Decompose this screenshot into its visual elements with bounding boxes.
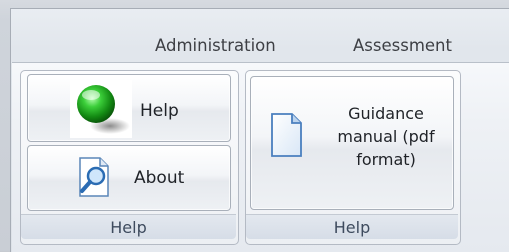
help-button-label: Help — [140, 101, 179, 121]
tab-assessment[interactable]: Assessment — [353, 36, 452, 55]
tab-administration[interactable]: Administration — [155, 36, 276, 55]
help-group-caption: Help — [21, 214, 236, 239]
guidance-group-caption: Help — [246, 214, 458, 239]
green-orb-icon — [77, 85, 130, 134]
about-button[interactable] — [27, 145, 231, 211]
document-magnifier-icon — [79, 157, 109, 197]
guidance-manual-button-label: Guidance manual (pdf format) — [337, 104, 435, 169]
about-button-label: About — [134, 168, 185, 188]
document-icon — [271, 113, 302, 157]
